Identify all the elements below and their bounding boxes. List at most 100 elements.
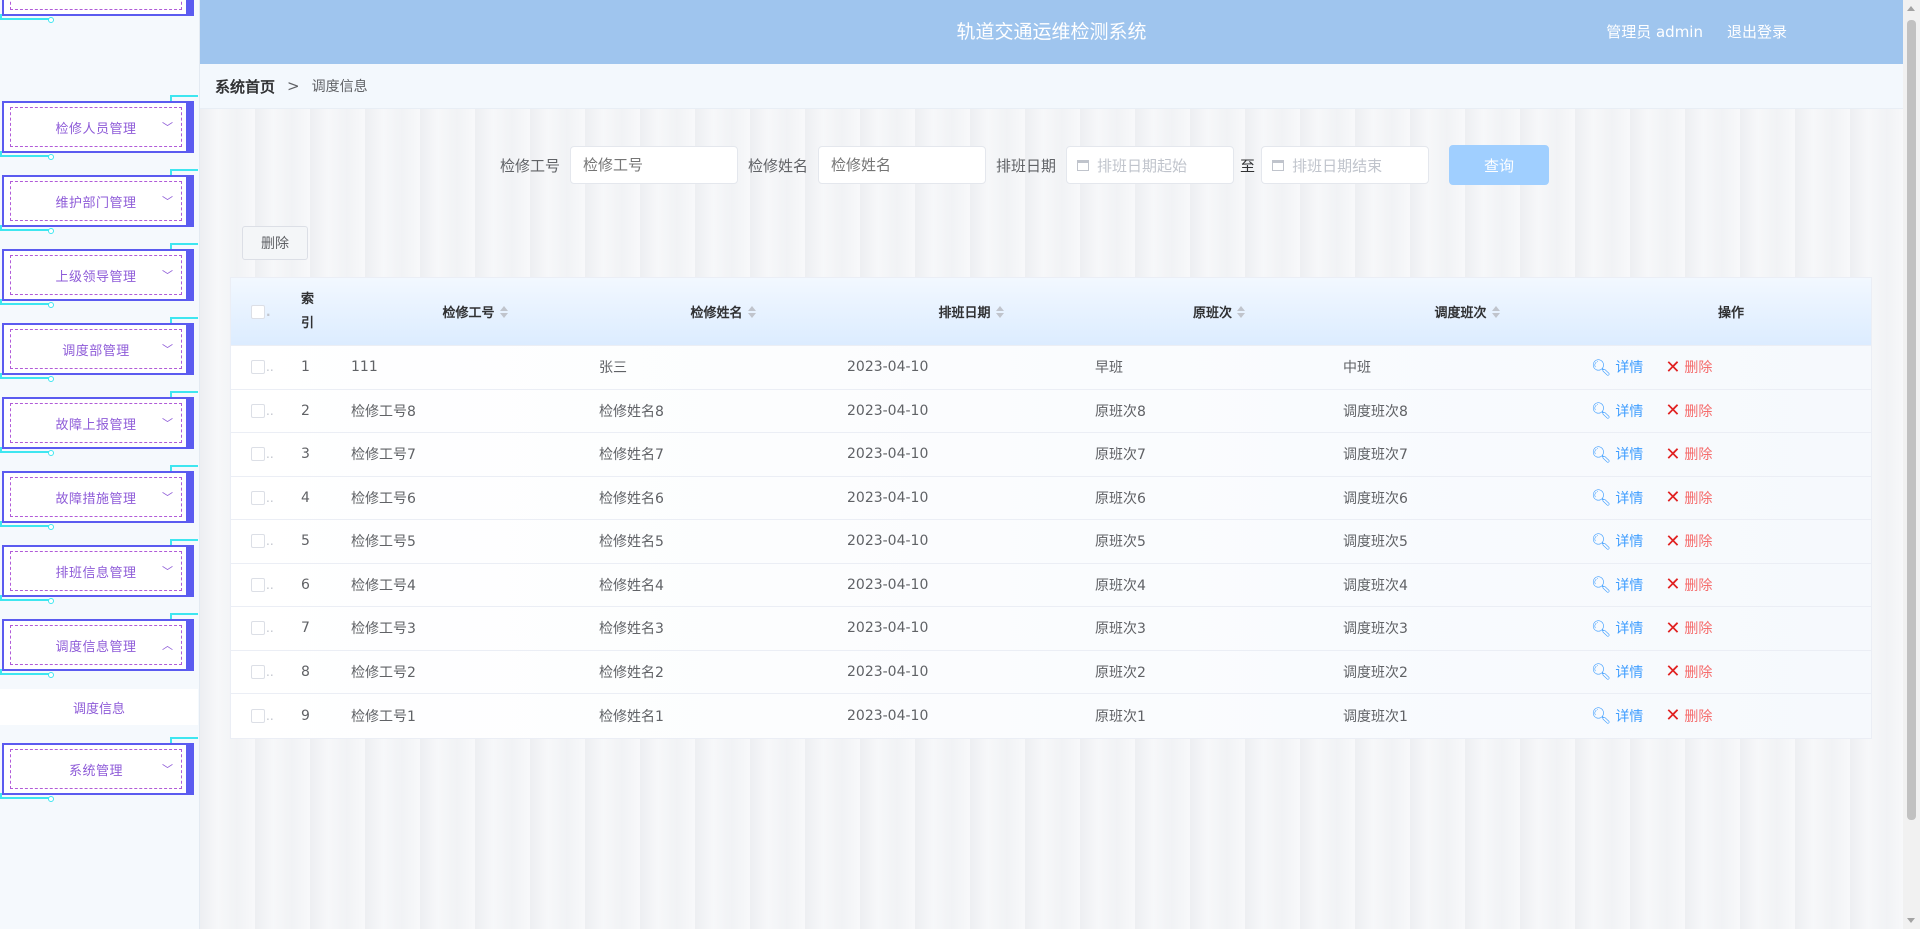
detail-button[interactable]: 🔍︎ 详情 — [1591, 357, 1643, 377]
delete-button[interactable]: ✕ 删除 — [1665, 357, 1712, 378]
cell-name: 检修姓名6 — [599, 490, 664, 507]
cell-adj: 调度班次8 — [1343, 403, 1408, 420]
header-date[interactable]: 排班日期 — [847, 302, 1095, 321]
cell-index: 2 — [301, 402, 310, 419]
row-checkbox[interactable] — [251, 621, 265, 636]
breadcrumb-separator: > — [287, 77, 300, 95]
row-checkbox[interactable] — [251, 403, 265, 418]
close-icon: ✕ — [1665, 356, 1681, 378]
header-adj-label: 调度班次 — [1434, 306, 1487, 321]
detail-button[interactable]: 🔍︎ 详情 — [1591, 401, 1643, 421]
close-icon: ✕ — [1665, 487, 1681, 509]
detail-button[interactable]: 🔍︎ 详情 — [1591, 531, 1643, 551]
truncation-dot: .. — [266, 447, 274, 462]
detail-button[interactable]: 🔍︎ 详情 — [1591, 488, 1643, 508]
circuit-trace — [0, 595, 50, 601]
sidebar-item-9[interactable]: 系统管理 ﹀ — [0, 737, 198, 802]
search-name-input[interactable] — [818, 146, 987, 184]
select-all-checkbox[interactable] — [251, 304, 265, 319]
delete-label: 删除 — [1684, 490, 1713, 507]
header-adj[interactable]: 调度班次 — [1343, 302, 1591, 321]
sidebar-item-0[interactable]: ﹀ — [0, 0, 198, 23]
date-range-separator: 至 — [1240, 156, 1256, 175]
delete-label: 删除 — [1684, 360, 1713, 377]
submenu-item-schedule-info[interactable]: 调度信息 — [0, 689, 198, 725]
cell-no: 检修工号2 — [351, 664, 416, 681]
sidebar-item-8[interactable]: 调度信息管理 ︿ — [0, 613, 198, 678]
close-icon: ✕ — [1665, 574, 1681, 596]
detail-button[interactable]: 🔍︎ 详情 — [1591, 444, 1643, 464]
sidebar-item-1[interactable]: 检修人员管理 ﹀ — [0, 95, 198, 160]
calendar-icon — [1272, 159, 1285, 171]
row-select-cell: .. — [231, 708, 301, 723]
row-checkbox[interactable] — [251, 490, 265, 505]
query-button[interactable]: 查询 — [1449, 145, 1550, 185]
schedule-table: . 索引 检修工号 检修姓名 排班日期 原班次 调度班次 操作 .. 1 111 张三… — [230, 277, 1872, 739]
header-op: 操作 — [1591, 302, 1871, 321]
breadcrumb: 系统首页 > 调度信息 — [200, 64, 1903, 109]
header-name[interactable]: 检修姓名 — [599, 302, 847, 321]
sidebar-item-4[interactable]: 调度部管理 ﹀ — [0, 317, 198, 382]
row-checkbox[interactable] — [251, 577, 265, 592]
scroll-up-arrow-icon[interactable] — [1907, 6, 1915, 11]
delete-button[interactable]: ✕ 删除 — [1665, 487, 1712, 508]
delete-button[interactable]: ✕ 删除 — [1665, 661, 1712, 682]
delete-button[interactable]: ✕ 删除 — [1665, 574, 1712, 595]
search-no-input[interactable] — [570, 146, 739, 184]
detail-label: 详情 — [1615, 360, 1644, 377]
delete-button[interactable]: ✕ 删除 — [1665, 705, 1712, 726]
sidebar-item-5[interactable]: 故障上报管理 ﹀ — [0, 391, 198, 456]
circuit-node — [48, 17, 54, 23]
sort-icon[interactable] — [747, 305, 756, 318]
circuit-trace — [0, 373, 50, 379]
detail-button[interactable]: 🔍︎ 详情 — [1591, 662, 1643, 682]
cell-no: 111 — [351, 359, 378, 376]
cell-orig: 原班次5 — [1095, 534, 1146, 551]
delete-button[interactable]: ✕ 删除 — [1665, 400, 1712, 421]
row-checkbox[interactable] — [251, 360, 265, 375]
batch-delete-button[interactable]: 删除 — [242, 226, 308, 260]
chevron-down-icon: ﹀ — [162, 195, 173, 208]
sort-icon[interactable] — [995, 305, 1004, 318]
truncation-dot: .. — [266, 490, 274, 505]
chevron-up-icon: ︿ — [162, 639, 173, 652]
row-checkbox[interactable] — [251, 708, 265, 723]
sidebar-item-2[interactable]: 维护部门管理 ﹀ — [0, 169, 198, 234]
sort-icon[interactable] — [1237, 305, 1245, 318]
logout-link[interactable]: 退出登录 — [1727, 0, 1787, 64]
sidebar-item-label: 调度部管理 — [62, 343, 130, 359]
truncation-dot: .. — [266, 664, 274, 679]
detail-button[interactable]: 🔍︎ 详情 — [1591, 618, 1643, 638]
cell-actions: 🔍︎ 详情 ✕ 删除 — [1591, 705, 1871, 726]
delete-button[interactable]: ✕ 删除 — [1665, 531, 1712, 552]
sidebar-item-3[interactable]: 上级领导管理 ﹀ — [0, 243, 198, 308]
row-select-cell: .. — [231, 447, 301, 462]
header-no[interactable]: 检修工号 — [351, 302, 599, 321]
sidebar-item-7[interactable]: 排班信息管理 ﹀ — [0, 539, 198, 604]
breadcrumb-home[interactable]: 系统首页 — [215, 76, 275, 97]
row-checkbox[interactable] — [251, 664, 265, 679]
sidebar-item-6[interactable]: 故障措施管理 ﹀ — [0, 465, 198, 530]
cell-name: 检修姓名4 — [599, 577, 664, 594]
date-end-input[interactable]: 排班日期结束 — [1261, 146, 1430, 184]
date-start-input[interactable]: 排班日期起始 — [1066, 146, 1235, 184]
row-checkbox[interactable] — [251, 534, 265, 549]
sort-icon[interactable] — [1491, 305, 1500, 318]
detail-button[interactable]: 🔍︎ 详情 — [1591, 706, 1643, 726]
circuit-node — [48, 672, 54, 678]
truncation-dot: .. — [266, 708, 274, 723]
header-orig[interactable]: 原班次 — [1095, 302, 1343, 321]
menu-frame: 上级领导管理 ﹀ — [2, 249, 194, 301]
row-checkbox[interactable] — [251, 447, 265, 462]
circuit-trace — [0, 14, 50, 20]
close-icon: ✕ — [1665, 705, 1681, 727]
scroll-thumb[interactable] — [1907, 20, 1916, 820]
sort-icon[interactable] — [499, 305, 508, 318]
page-scrollbar[interactable] — [1903, 0, 1920, 929]
scroll-down-arrow-icon[interactable] — [1907, 918, 1915, 923]
delete-button[interactable]: ✕ 删除 — [1665, 444, 1712, 465]
cell-name: 检修姓名3 — [599, 621, 664, 638]
delete-button[interactable]: ✕ 删除 — [1665, 618, 1712, 639]
breadcrumb-current: 调度信息 — [311, 79, 368, 95]
detail-button[interactable]: 🔍︎ 详情 — [1591, 575, 1643, 595]
